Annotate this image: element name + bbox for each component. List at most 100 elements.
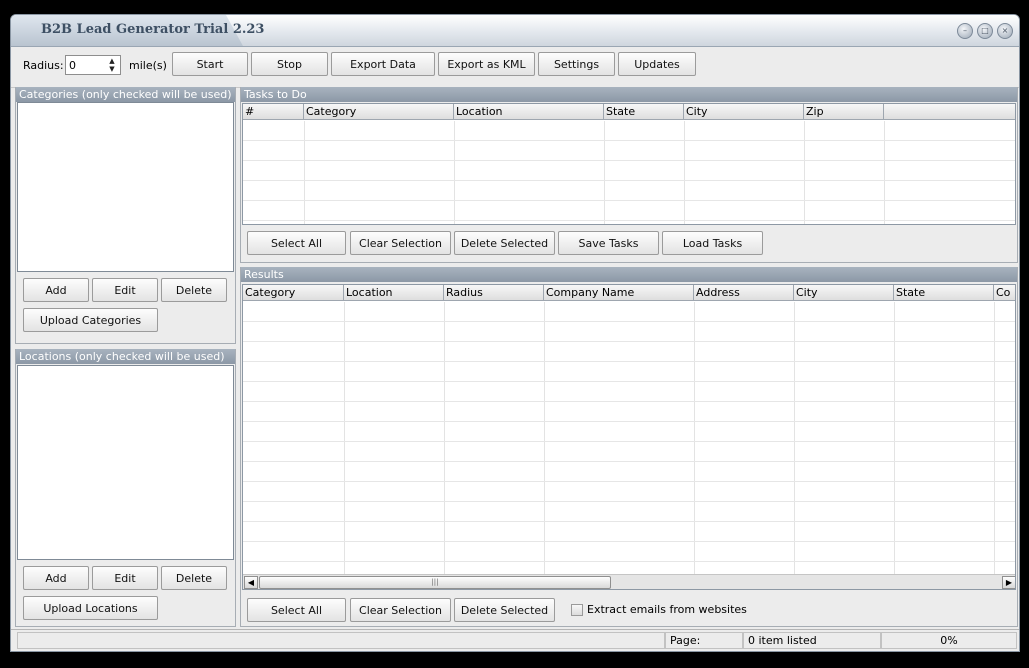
spinner-arrows-icon[interactable]: ▲ ▼ xyxy=(106,57,118,73)
upload-locations-button[interactable]: Upload Locations xyxy=(23,596,158,620)
results-clear-selection-button[interactable]: Clear Selection xyxy=(350,598,451,622)
add-category-button[interactable]: Add xyxy=(23,278,89,302)
grid-row-line xyxy=(243,561,1015,562)
updates-button[interactable]: Updates xyxy=(618,52,696,76)
results-col-company-name[interactable]: Company Name xyxy=(544,285,694,301)
grid-row-line xyxy=(243,180,1015,181)
scrollbar-thumb[interactable]: ||| xyxy=(259,576,611,589)
grid-row-line xyxy=(243,200,1015,201)
grid-column-line xyxy=(604,121,605,224)
status-page: Page: xyxy=(665,632,743,649)
delete-category-button[interactable]: Delete xyxy=(161,278,227,302)
grid-row-line xyxy=(243,521,1015,522)
maximize-icon[interactable]: □ xyxy=(977,23,993,39)
results-table[interactable]: Category Location Radius Company Name Ad… xyxy=(242,284,1016,590)
start-button[interactable]: Start xyxy=(172,52,248,76)
grid-column-line xyxy=(794,302,795,574)
settings-button[interactable]: Settings xyxy=(538,52,615,76)
toolbar: Radius: ▲▼ mile(s) Start Stop Export Dat… xyxy=(11,48,1019,88)
grid-row-line xyxy=(243,321,1015,322)
grid-column-line xyxy=(544,302,545,574)
grid-column-line xyxy=(344,302,345,574)
grid-row-line xyxy=(243,361,1015,362)
grid-column-line xyxy=(694,302,695,574)
window-title: B2B Lead Generator Trial 2.23 xyxy=(41,22,265,37)
results-horizontal-scrollbar[interactable]: ◀ ||| ▶ xyxy=(243,574,1015,589)
add-location-button[interactable]: Add xyxy=(23,566,89,590)
results-col-radius[interactable]: Radius xyxy=(444,285,544,301)
results-col-address[interactable]: Address xyxy=(694,285,794,301)
extract-emails-label[interactable]: Extract emails from websites xyxy=(587,603,747,616)
grid-column-line xyxy=(444,302,445,574)
minimize-icon[interactable]: – xyxy=(957,23,973,39)
grid-column-line xyxy=(894,302,895,574)
grid-row-line xyxy=(243,501,1015,502)
title-bar[interactable]: B2B Lead Generator Trial 2.23 – □ × xyxy=(11,15,1019,47)
categories-list[interactable] xyxy=(17,102,234,272)
categories-header: Categories (only checked will be used) xyxy=(16,87,235,102)
grid-row-line xyxy=(243,421,1015,422)
status-bar: Page: 0 item listed 0% xyxy=(11,629,1019,651)
tasks-delete-selected-button[interactable]: Delete Selected xyxy=(454,231,555,255)
window-controls: – □ × xyxy=(957,23,1013,39)
results-header: Results xyxy=(241,267,1017,282)
stop-button[interactable]: Stop xyxy=(251,52,328,76)
status-items-listed: 0 item listed xyxy=(743,632,881,649)
app-window: B2B Lead Generator Trial 2.23 – □ × Radi… xyxy=(10,14,1020,652)
upload-categories-button[interactable]: Upload Categories xyxy=(23,308,158,332)
tasks-col-number[interactable]: # xyxy=(243,104,304,120)
grid-column-line xyxy=(994,302,995,574)
radius-spinner[interactable]: ▲▼ xyxy=(65,55,121,75)
grid-row-line xyxy=(243,461,1015,462)
scroll-left-icon[interactable]: ◀ xyxy=(244,576,258,589)
tasks-table-header: # Category Location State City Zip xyxy=(243,104,1015,120)
extract-emails-checkbox[interactable] xyxy=(571,604,583,616)
load-tasks-button[interactable]: Load Tasks xyxy=(662,231,763,255)
tasks-clear-selection-button[interactable]: Clear Selection xyxy=(350,231,451,255)
tasks-header: Tasks to Do xyxy=(241,87,1017,102)
results-col-state[interactable]: State xyxy=(894,285,994,301)
save-tasks-button[interactable]: Save Tasks xyxy=(558,231,659,255)
tasks-select-all-button[interactable]: Select All xyxy=(247,231,346,255)
radius-input[interactable] xyxy=(66,56,102,74)
export-kml-button[interactable]: Export as KML xyxy=(438,52,535,76)
results-col-location[interactable]: Location xyxy=(344,285,444,301)
tasks-col-zip[interactable]: Zip xyxy=(804,104,884,120)
status-progress: 0% xyxy=(881,632,1017,649)
tasks-col-city[interactable]: City xyxy=(684,104,804,120)
grid-row-line xyxy=(243,140,1015,141)
grid-row-line xyxy=(243,441,1015,442)
grid-row-line xyxy=(243,160,1015,161)
grid-column-line xyxy=(304,121,305,224)
tasks-col-category[interactable]: Category xyxy=(304,104,454,120)
close-icon[interactable]: × xyxy=(997,23,1013,39)
grid-row-line xyxy=(243,541,1015,542)
results-select-all-button[interactable]: Select All xyxy=(247,598,346,622)
radius-label: Radius: xyxy=(23,59,64,72)
grid-row-line xyxy=(243,220,1015,221)
unit-label: mile(s) xyxy=(129,59,167,72)
tasks-col-state[interactable]: State xyxy=(604,104,684,120)
edit-category-button[interactable]: Edit xyxy=(92,278,158,302)
scroll-right-icon[interactable]: ▶ xyxy=(1002,576,1015,589)
grid-row-line xyxy=(243,341,1015,342)
export-data-button[interactable]: Export Data xyxy=(331,52,435,76)
grid-column-line xyxy=(684,121,685,224)
grid-row-line xyxy=(243,401,1015,402)
grid-row-line xyxy=(243,481,1015,482)
grid-row-line xyxy=(243,381,1015,382)
grid-column-line xyxy=(884,121,885,224)
results-table-header: Category Location Radius Company Name Ad… xyxy=(243,285,1015,301)
edit-location-button[interactable]: Edit xyxy=(92,566,158,590)
results-delete-selected-button[interactable]: Delete Selected xyxy=(454,598,555,622)
results-col-category[interactable]: Category xyxy=(243,285,344,301)
status-message xyxy=(17,632,665,649)
locations-list[interactable] xyxy=(17,365,234,560)
locations-header: Locations (only checked will be used) xyxy=(16,349,235,364)
results-col-city[interactable]: City xyxy=(794,285,894,301)
grid-column-line xyxy=(454,121,455,224)
delete-location-button[interactable]: Delete xyxy=(161,566,227,590)
tasks-table[interactable]: # Category Location State City Zip xyxy=(242,103,1016,225)
results-col-truncated[interactable]: Co xyxy=(994,285,1015,301)
tasks-col-location[interactable]: Location xyxy=(454,104,604,120)
